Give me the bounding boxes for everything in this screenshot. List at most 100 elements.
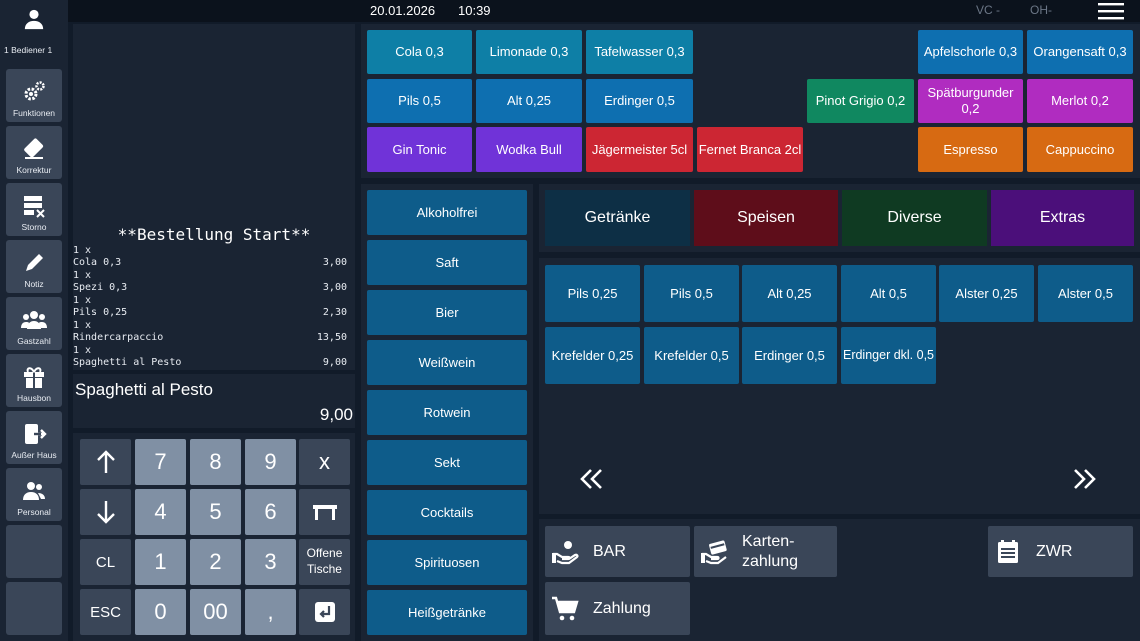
clear-key[interactable]: CL — [80, 539, 131, 585]
category-spirituosen[interactable]: Spirituosen — [367, 540, 527, 585]
key-5[interactable]: 5 — [190, 489, 241, 535]
key-0[interactable]: 0 — [135, 589, 186, 635]
product-krefelder-025[interactable]: Krefelder 0,25 — [545, 327, 640, 384]
fav-tafelwasser[interactable]: Tafelwasser 0,3 — [586, 30, 693, 74]
product-erdinger-dkl-05[interactable]: Erdinger dkl. 0,5 — [841, 327, 936, 384]
fav-cola[interactable]: Cola 0,3 — [367, 30, 472, 74]
key-6[interactable]: 6 — [245, 489, 296, 535]
key-8[interactable]: 8 — [190, 439, 241, 485]
key-9[interactable]: 9 — [245, 439, 296, 485]
fav-cappuccino[interactable]: Cappuccino — [1027, 127, 1133, 172]
tab-getraenke[interactable]: Getränke — [545, 190, 690, 246]
page-next-button[interactable] — [1071, 466, 1097, 492]
enter-key[interactable] — [299, 589, 350, 635]
receipt-line[interactable]: Cola 0,3 3,00 — [73, 257, 347, 269]
sidebar-empty-slot[interactable] — [6, 525, 62, 578]
fav-apfelschorle[interactable]: Apfelschorle 0,3 — [918, 30, 1023, 74]
card-payment-button[interactable]: Karten- zahlung — [694, 526, 837, 577]
fav-merlot[interactable]: Merlot 0,2 — [1027, 79, 1133, 123]
table-key[interactable] — [299, 489, 350, 535]
key-7[interactable]: 7 — [135, 439, 186, 485]
fav-pils[interactable]: Pils 0,5 — [367, 79, 472, 123]
product-erdinger-05[interactable]: Erdinger 0,5 — [742, 327, 837, 384]
tab-diverse[interactable]: Diverse — [842, 190, 987, 246]
category-bier[interactable]: Bier — [367, 290, 527, 335]
sidebar-item-personal[interactable]: Personal — [6, 468, 62, 521]
fav-spaetburgunder[interactable]: Spätburgunder 0,2 — [918, 79, 1023, 123]
fav-jaegermeister[interactable]: Jägermeister 5cl — [586, 127, 693, 172]
product-alt-025[interactable]: Alt 0,25 — [742, 265, 837, 322]
category-cocktails[interactable]: Cocktails — [367, 490, 527, 535]
receipt-line[interactable]: Pils 0,25 2,30 — [73, 307, 347, 319]
sidebar-item-notiz[interactable]: Notiz — [6, 240, 62, 293]
bar-payment-button[interactable]: BAR — [545, 526, 690, 577]
receipt-list-icon — [998, 539, 1018, 563]
sidebar-item-storno[interactable]: Storno — [6, 183, 62, 236]
receipt-line[interactable]: Rindercarpaccio 13,50 — [73, 332, 347, 344]
receipt-qty: 1 x — [73, 320, 92, 331]
card-payment-label: Karten- zahlung — [742, 532, 798, 572]
receipt-line[interactable]: Spaghetti al Pesto 9,00 — [73, 357, 347, 369]
category-heissgetraenke[interactable]: Heißgetränke — [367, 590, 527, 635]
sidebar-item-ausser-haus[interactable]: Außer Haus — [6, 411, 62, 464]
product-alster-025[interactable]: Alster 0,25 — [939, 265, 1034, 322]
key-1[interactable]: 1 — [135, 539, 186, 585]
fav-limonade[interactable]: Limonade 0,3 — [476, 30, 582, 74]
category-weisswein[interactable]: Weißwein — [367, 340, 527, 385]
user-avatar[interactable] — [0, 4, 68, 34]
top-bar: 20.01.2026 10:39 VC - OH- — [68, 0, 1140, 22]
category-alkoholfrei[interactable]: Alkoholfrei — [367, 190, 527, 235]
receipt-item-name: Rindercarpaccio — [73, 332, 164, 343]
fav-gin-tonic[interactable]: Gin Tonic — [367, 127, 472, 172]
main-tabs: Getränke Speisen Diverse Extras — [539, 184, 1140, 252]
fav-orangensaft[interactable]: Orangensaft 0,3 — [1027, 30, 1133, 74]
oh-indicator: OH- — [1030, 3, 1052, 17]
product-pils-025[interactable]: Pils 0,25 — [545, 265, 640, 322]
sidebar-item-korrektur[interactable]: Korrektur — [6, 126, 62, 179]
product-pils-05[interactable]: Pils 0,5 — [644, 265, 739, 322]
key-3[interactable]: 3 — [245, 539, 296, 585]
sidebar-empty-slot[interactable] — [6, 582, 62, 635]
sidebar-item-label: Funktionen — [12, 108, 56, 118]
fav-espresso[interactable]: Espresso — [918, 127, 1023, 172]
keypad: 7 8 9 x 4 5 6 CL 1 2 3 Offene Tische ESC… — [73, 433, 355, 641]
arrow-down-icon — [96, 501, 115, 524]
sidebar-item-label: Personal — [17, 507, 51, 517]
product-alt-05[interactable]: Alt 0,5 — [841, 265, 936, 322]
zahlung-button[interactable]: Zahlung — [545, 582, 690, 635]
double-chevron-left-icon — [580, 469, 602, 489]
fav-fernet-branca[interactable]: Fernet Branca 2cl — [697, 127, 803, 172]
key-2[interactable]: 2 — [190, 539, 241, 585]
arrow-down-key[interactable] — [80, 489, 131, 535]
fav-erdinger[interactable]: Erdinger 0,5 — [586, 79, 693, 123]
product-krefelder-05[interactable]: Krefelder 0,5 — [644, 327, 739, 384]
key-comma[interactable]: , — [245, 589, 296, 635]
menu-button[interactable] — [1098, 2, 1124, 20]
open-tables-key[interactable]: Offene Tische — [299, 539, 350, 585]
multiply-key[interactable]: x — [299, 439, 350, 485]
sidebar-item-funktionen[interactable]: Funktionen — [6, 69, 62, 122]
arrow-up-key[interactable] — [80, 439, 131, 485]
fav-wodka-bull[interactable]: Wodka Bull — [476, 127, 582, 172]
key-4[interactable]: 4 — [135, 489, 186, 535]
tab-speisen[interactable]: Speisen — [694, 190, 838, 246]
category-sekt[interactable]: Sekt — [367, 440, 527, 485]
receipt-item-name: Spaghetti al Pesto — [73, 357, 182, 368]
sidebar-item-gastzahl[interactable]: Gastzahl — [6, 297, 62, 350]
key-00[interactable]: 00 — [190, 589, 241, 635]
table-icon — [312, 505, 337, 520]
fav-alt[interactable]: Alt 0,25 — [476, 79, 582, 123]
fav-pinot-grigio[interactable]: Pinot Grigio 0,2 — [807, 79, 914, 123]
product-alster-05[interactable]: Alster 0,5 — [1038, 265, 1133, 322]
sidebar-item-hausbon[interactable]: Hausbon — [6, 354, 62, 407]
category-saft[interactable]: Saft — [367, 240, 527, 285]
category-rotwein[interactable]: Rotwein — [367, 390, 527, 435]
tab-extras[interactable]: Extras — [991, 190, 1134, 246]
page-prev-button[interactable] — [579, 466, 605, 492]
sidebar-item-label: Gastzahl — [17, 336, 51, 346]
sidebar-item-label: Korrektur — [16, 165, 52, 175]
zwr-button[interactable]: ZWR — [988, 526, 1133, 577]
escape-key[interactable]: ESC — [80, 589, 131, 635]
receipt-line[interactable]: Spezi 0,3 3,00 — [73, 282, 347, 294]
zwr-label: ZWR — [1036, 542, 1073, 560]
